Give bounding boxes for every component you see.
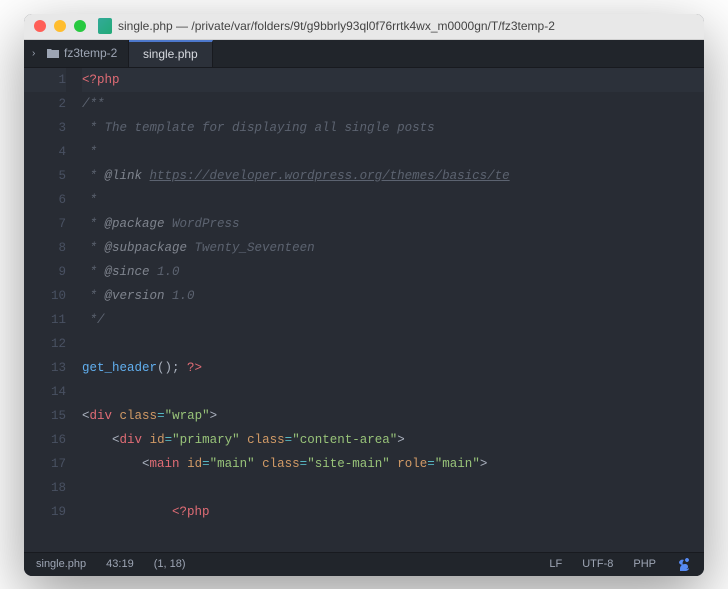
code-line: get_header(); ?> xyxy=(82,356,704,380)
code-line: <main id="main" class="site-main" role="… xyxy=(82,452,704,476)
project-root-label: fz3temp-2 xyxy=(64,46,117,60)
code-line: */ xyxy=(82,308,704,332)
code-content[interactable]: <?php /** * The template for displaying … xyxy=(78,68,704,552)
code-line: * @subpackage Twenty_Seventeen xyxy=(82,236,704,260)
code-line: * xyxy=(82,188,704,212)
line-number[interactable]: 3 xyxy=(24,116,66,140)
status-cursor[interactable]: (1, 18) xyxy=(154,558,186,570)
window-title: single.php — /private/var/folders/9t/g9b… xyxy=(118,19,555,33)
gutter: 1 2 3 4 5 6 7 8 9 10 11 12 13 14 15 16 1… xyxy=(24,68,78,552)
line-number[interactable]: 11 xyxy=(24,308,66,332)
titlebar[interactable]: single.php — /private/var/folders/9t/g9b… xyxy=(24,14,704,40)
line-number[interactable]: 8 xyxy=(24,236,66,260)
code-line: <?php xyxy=(82,68,704,92)
traffic-lights xyxy=(34,20,86,32)
status-size[interactable]: 43:19 xyxy=(106,558,134,570)
chevron-right-icon: › xyxy=(32,48,42,59)
code-line: * @package WordPress xyxy=(82,212,704,236)
line-number[interactable]: 15 xyxy=(24,404,66,428)
line-number[interactable]: 2 xyxy=(24,92,66,116)
minimize-button[interactable] xyxy=(54,20,66,32)
code-line: <div class="wrap"> xyxy=(82,404,704,428)
code-line: * The template for displaying all single… xyxy=(82,116,704,140)
line-number[interactable]: 19 xyxy=(24,500,66,524)
project-bar: › fz3temp-2 single.php xyxy=(24,40,704,68)
line-number[interactable]: 17 xyxy=(24,452,66,476)
code-line: * xyxy=(82,140,704,164)
code-line: * @version 1.0 xyxy=(82,284,704,308)
tab-single-php[interactable]: single.php xyxy=(129,40,213,67)
line-number[interactable]: 12 xyxy=(24,332,66,356)
tab-label: single.php xyxy=(143,47,198,61)
code-line: /** xyxy=(82,92,704,116)
code-line xyxy=(82,380,704,404)
line-number[interactable]: 18 xyxy=(24,476,66,500)
code-line: <?php xyxy=(82,500,704,524)
squirrel-icon[interactable] xyxy=(676,556,692,572)
editor-window: single.php — /private/var/folders/9t/g9b… xyxy=(24,14,704,576)
line-number[interactable]: 16 xyxy=(24,428,66,452)
folder-icon xyxy=(46,47,60,59)
line-number[interactable]: 9 xyxy=(24,260,66,284)
close-button[interactable] xyxy=(34,20,46,32)
line-number[interactable]: 1 xyxy=(24,68,66,92)
editor-area[interactable]: 1 2 3 4 5 6 7 8 9 10 11 12 13 14 15 16 1… xyxy=(24,68,704,552)
status-lang[interactable]: PHP xyxy=(633,558,656,570)
line-number[interactable]: 14 xyxy=(24,380,66,404)
line-number[interactable]: 4 xyxy=(24,140,66,164)
status-right: LF UTF-8 PHP xyxy=(549,556,692,572)
code-line: <div id="primary" class="content-area"> xyxy=(82,428,704,452)
line-number[interactable]: 7 xyxy=(24,212,66,236)
status-encoding[interactable]: UTF-8 xyxy=(582,558,613,570)
line-number[interactable]: 6 xyxy=(24,188,66,212)
maximize-button[interactable] xyxy=(74,20,86,32)
project-root[interactable]: › fz3temp-2 xyxy=(24,40,129,67)
line-number[interactable]: 13 xyxy=(24,356,66,380)
status-left: single.php 43:19 (1, 18) xyxy=(36,558,529,570)
code-line xyxy=(82,476,704,500)
status-bar: single.php 43:19 (1, 18) LF UTF-8 PHP xyxy=(24,552,704,576)
line-number[interactable]: 10 xyxy=(24,284,66,308)
code-line xyxy=(82,332,704,356)
code-line: * @since 1.0 xyxy=(82,260,704,284)
file-type-icon xyxy=(98,18,112,34)
code-line: * @link https://developer.wordpress.org/… xyxy=(82,164,704,188)
status-eol[interactable]: LF xyxy=(549,558,562,570)
status-file[interactable]: single.php xyxy=(36,558,86,570)
line-number[interactable]: 5 xyxy=(24,164,66,188)
